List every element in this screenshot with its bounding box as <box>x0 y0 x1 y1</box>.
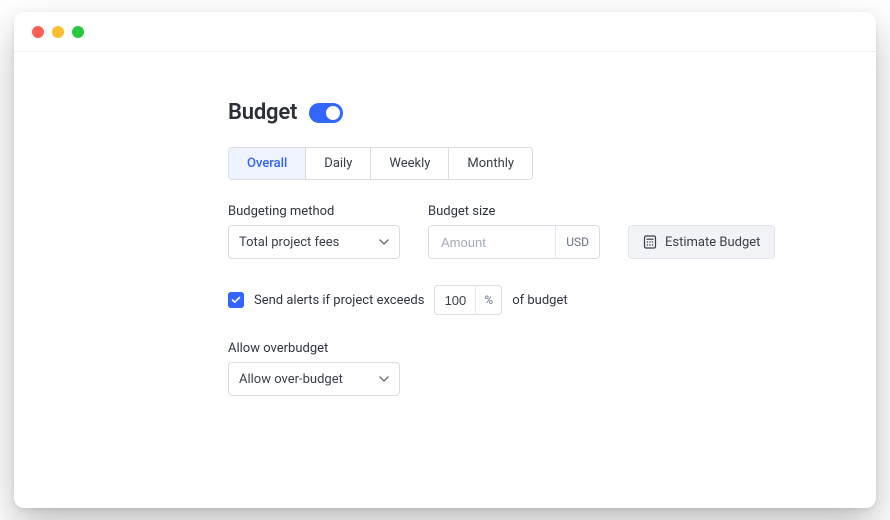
budget-size-group: Budget size USD <box>428 204 600 259</box>
alert-threshold-field: % <box>434 285 502 315</box>
overbudget-select[interactable]: Allow over-budget <box>228 362 400 396</box>
budget-enable-toggle[interactable] <box>309 103 343 123</box>
app-window: Budget Overall Daily Weekly Monthly Budg… <box>14 12 876 508</box>
estimate-budget-label: Estimate Budget <box>665 235 760 250</box>
chevron-down-icon <box>379 376 389 382</box>
alert-row: Send alerts if project exceeds % of budg… <box>228 285 876 315</box>
budgeting-method-group: Budgeting method Total project fees <box>228 204 400 259</box>
tab-daily[interactable]: Daily <box>306 148 371 179</box>
alerts-label-post: of budget <box>512 293 567 308</box>
budget-size-input[interactable] <box>429 226 555 258</box>
budgeting-method-value: Total project fees <box>239 235 339 250</box>
budget-size-label: Budget size <box>428 204 600 219</box>
tab-overall[interactable]: Overall <box>229 148 306 179</box>
budget-size-unit: USD <box>555 226 599 258</box>
window-minimize-button[interactable] <box>52 26 64 38</box>
alert-threshold-input[interactable] <box>435 286 475 314</box>
budget-panel: Budget Overall Daily Weekly Monthly Budg… <box>14 52 876 396</box>
window-close-button[interactable] <box>32 26 44 38</box>
window-fullscreen-button[interactable] <box>72 26 84 38</box>
period-tabs: Overall Daily Weekly Monthly <box>228 147 533 180</box>
tab-weekly[interactable]: Weekly <box>371 148 449 179</box>
estimate-budget-button[interactable]: Estimate Budget <box>628 225 775 259</box>
alert-threshold-unit: % <box>475 286 501 314</box>
tab-monthly[interactable]: Monthly <box>449 148 532 179</box>
overbudget-group: Allow overbudget Allow over-budget <box>228 341 876 396</box>
overbudget-label: Allow overbudget <box>228 341 876 356</box>
budgeting-method-label: Budgeting method <box>228 204 400 219</box>
budget-size-field: USD <box>428 225 600 259</box>
window-titlebar <box>14 12 876 52</box>
alerts-label-pre: Send alerts if project exceeds <box>254 293 424 308</box>
overbudget-value: Allow over-budget <box>239 372 343 387</box>
page-title: Budget <box>228 100 297 125</box>
send-alerts-checkbox[interactable] <box>228 292 244 308</box>
budgeting-method-select[interactable]: Total project fees <box>228 225 400 259</box>
chevron-down-icon <box>379 239 389 245</box>
calculator-icon <box>643 235 657 249</box>
